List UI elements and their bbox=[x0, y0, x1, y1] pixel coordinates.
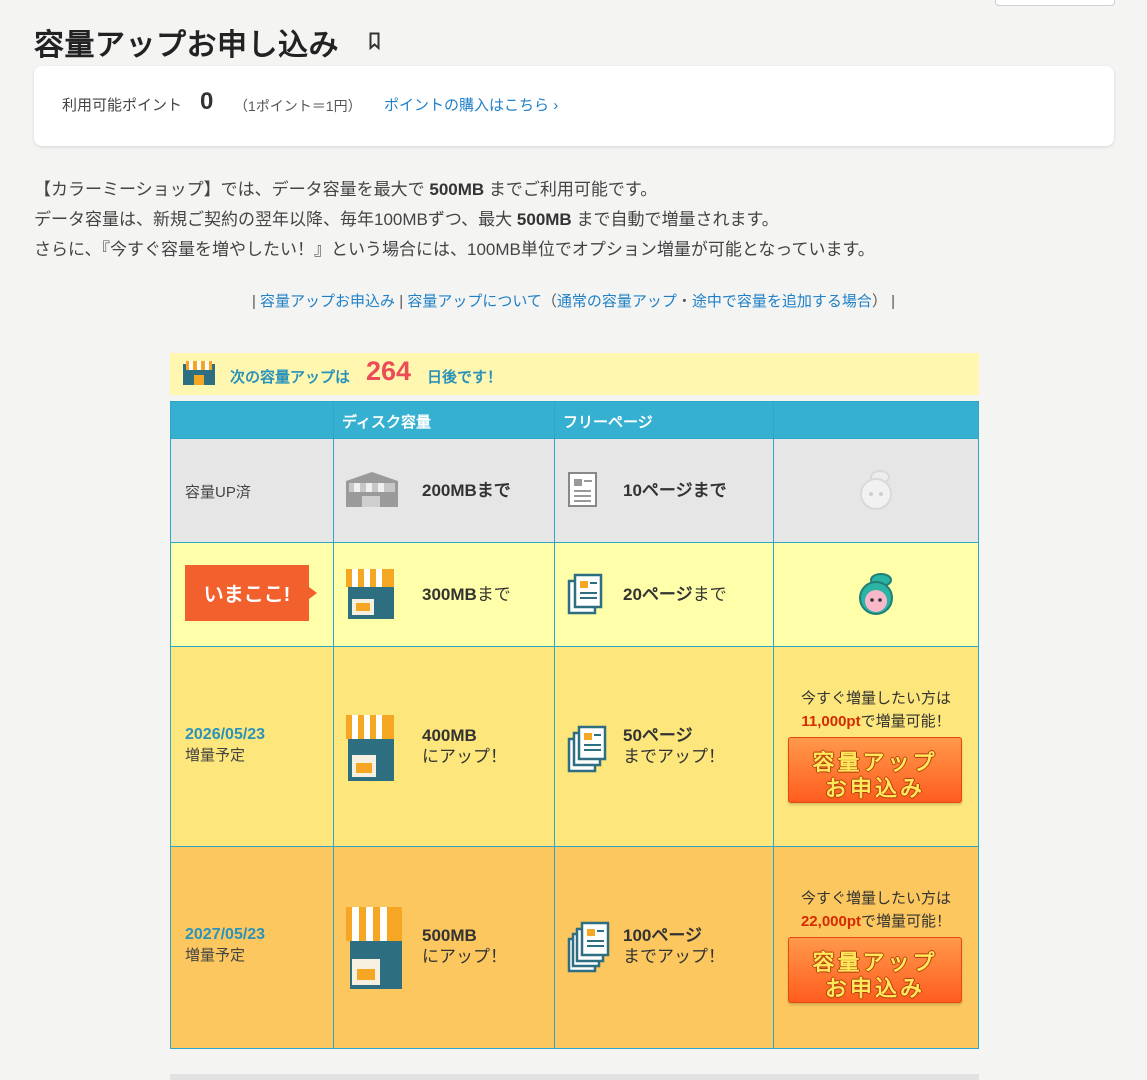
row-done-label-cell: 容量UP済 bbox=[170, 439, 334, 543]
page-title: 容量アップお申し込み bbox=[34, 29, 339, 62]
store-gray-icon bbox=[346, 472, 398, 507]
row-future-label-cell: 2027/05/23 増量予定 bbox=[170, 847, 334, 1049]
top-right-button[interactable] bbox=[995, 0, 1115, 6]
points-rate: （1ポイント＝1円） bbox=[234, 98, 362, 114]
nav-link-midway[interactable]: 途中で容量を追加する場合 bbox=[692, 293, 872, 310]
row-future-disk: 500MB にアップ！ bbox=[422, 926, 507, 966]
current-badge: いまここ! bbox=[185, 565, 317, 621]
row-done-pages: 10ページまで bbox=[623, 481, 727, 500]
nav-link-about[interactable]: 容量アップについて bbox=[407, 293, 542, 310]
row-done-disk: 200MBまで bbox=[422, 481, 511, 500]
row-next-pages: 50ページ までアップ！ bbox=[623, 726, 725, 766]
document-icon bbox=[568, 472, 597, 507]
row-next-plan: 増量予定 bbox=[185, 747, 246, 764]
nav-link-apply[interactable]: 容量アップお申込み bbox=[260, 293, 395, 310]
row-future-cta: 今すぐ増量したい方は 22,000ptで増量可能！ 容量アップ お申込み bbox=[788, 887, 964, 1003]
document-stack-icon bbox=[567, 921, 610, 973]
row-done-pages-cell: 10ページまで bbox=[555, 439, 774, 543]
row-done-mascot-cell bbox=[774, 439, 979, 543]
store-icon bbox=[183, 361, 215, 385]
store-large-icon bbox=[346, 907, 402, 989]
row-future-date: 2027/05/23 bbox=[185, 926, 266, 943]
document-stack-icon bbox=[567, 725, 607, 773]
row-done-disk-cell: 200MBまで bbox=[334, 439, 555, 543]
intro-text: 【カラーミーショップ】では、データ容量を最大で 500MB までご利用可能です。… bbox=[34, 180, 875, 259]
nav-link-normal[interactable]: 通常の容量アップ bbox=[557, 293, 677, 310]
header-disk: ディスク容量 bbox=[334, 401, 555, 439]
svg-text:いまここ!: いまここ! bbox=[204, 583, 291, 606]
row-next-cta-cell: 今すぐ増量したい方は 11,000ptで増量可能！ 容量アップ お申込み bbox=[774, 647, 979, 847]
store-medium-icon bbox=[346, 715, 394, 781]
row-now-disk-cell: 300MBまで bbox=[334, 543, 555, 647]
bottom-bar bbox=[170, 1074, 979, 1080]
store-small-icon bbox=[346, 569, 394, 619]
next-upgrade-banner: 次の容量アップは 264 日後です！ bbox=[170, 353, 979, 395]
upgrade-table: ディスク容量 フリーページ 容量UP済 200MBまで 10ページまで いまここ… bbox=[170, 401, 979, 1049]
points-label: 利用可能ポイント bbox=[62, 97, 183, 114]
mascot-icon bbox=[860, 470, 892, 510]
row-future-pages-cell: 100ページ までアップ！ bbox=[555, 847, 774, 1049]
mascot-icon bbox=[859, 573, 893, 615]
row-next-pages-cell: 50ページ までアップ！ bbox=[555, 647, 774, 847]
row-future-plan: 増量予定 bbox=[185, 947, 246, 964]
row-future-disk-cell: 500MB にアップ！ bbox=[334, 847, 555, 1049]
chevron-right-icon: › bbox=[553, 97, 559, 114]
banner-text-after: 日後です！ bbox=[427, 369, 503, 386]
row-next-cta: 今すぐ増量したい方は 11,000ptで増量可能！ 容量アップ お申込み bbox=[788, 687, 964, 803]
row-now-label-cell: いまここ! bbox=[170, 543, 334, 647]
row-next-date: 2026/05/23 bbox=[185, 726, 266, 743]
document-stack-icon bbox=[567, 573, 603, 615]
row-now-pages: 20ページまで bbox=[623, 585, 727, 604]
points-value: 0 bbox=[200, 88, 214, 115]
row-done-label: 容量UP済 bbox=[185, 484, 251, 501]
banner-text-before: 次の容量アップは bbox=[230, 369, 351, 386]
buy-points-link[interactable]: ポイントの購入はこちら › bbox=[384, 94, 558, 115]
banner-days: 264 bbox=[366, 356, 412, 386]
row-next-disk: 400MB にアップ！ bbox=[422, 726, 507, 766]
row-future-cta-cell: 今すぐ増量したい方は 22,000ptで増量可能！ 容量アップ お申込み bbox=[774, 847, 979, 1049]
row-future-pages: 100ページ までアップ！ bbox=[623, 926, 725, 966]
row-now-pages-cell: 20ページまで bbox=[555, 543, 774, 647]
row-now-disk: 300MBまで bbox=[422, 585, 511, 604]
bookmark-icon[interactable] bbox=[369, 32, 380, 50]
header-cell-empty-right bbox=[774, 401, 979, 439]
nav-links: | 容量アップお申込み | 容量アップについて（通常の容量アップ・途中で容量を追… bbox=[251, 293, 896, 310]
upgrade-apply-button[interactable]: 容量アップ お申込み bbox=[788, 737, 962, 803]
header-pages: フリーページ bbox=[555, 401, 774, 439]
row-now-mascot-cell bbox=[774, 543, 979, 647]
row-next-label-cell: 2026/05/23 増量予定 bbox=[170, 647, 334, 847]
upgrade-apply-button[interactable]: 容量アップ お申込み bbox=[788, 937, 962, 1003]
header-cell-empty bbox=[170, 401, 334, 439]
row-next-disk-cell: 400MB にアップ！ bbox=[334, 647, 555, 847]
points-card: 利用可能ポイント 0 （1ポイント＝1円） ポイントの購入はこちら › bbox=[34, 66, 1114, 146]
